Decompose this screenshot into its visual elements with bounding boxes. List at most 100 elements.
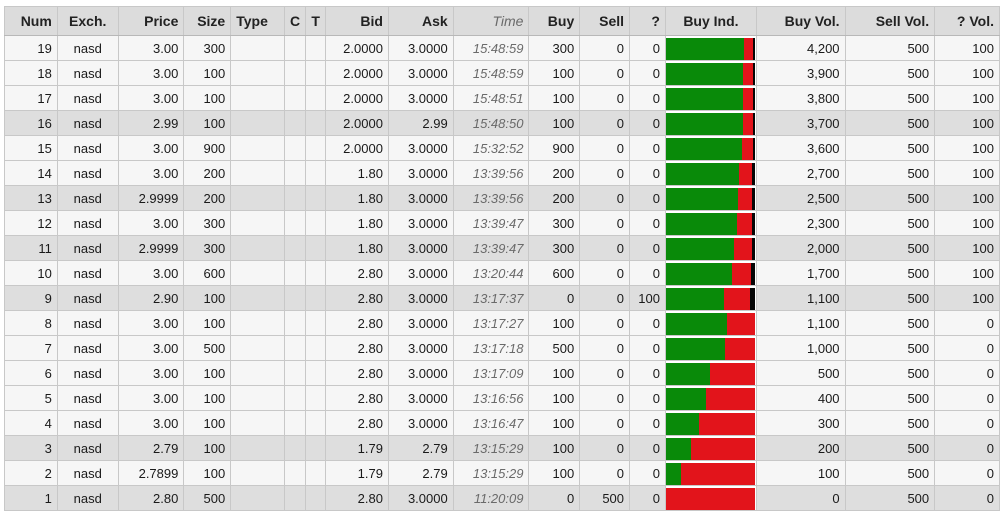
column-header-bid[interactable]: Bid [325,6,389,36]
cell-unknown: 0 [629,460,666,486]
table-row[interactable]: 7 nasd 3.00 500 2.80 3.0000 13:17:18 500 0 0 1,000… [4,335,1000,361]
buy-share-segment [665,37,744,60]
column-header-buy-volume[interactable]: Buy Vol. [755,6,846,36]
cell-size: 100 [183,85,232,111]
column-header-num[interactable]: Num [4,6,58,36]
cell-size: 100 [183,285,232,311]
cell-size: 100 [183,310,232,336]
cell-buy-volume: 1,000 [756,335,846,361]
cell-bid: 1.80 [325,235,389,261]
column-header-buy-indicator[interactable]: Buy Ind. [664,6,757,36]
cell-exchange: nasd [57,160,119,186]
table-row[interactable]: 16 nasd 2.99 100 2.0000 2.99 15:48:50 100 0 0 3,70… [4,110,1000,136]
table-row[interactable]: 15 nasd 3.00 900 2.0000 3.0000 15:32:52 900 0 0 3,… [4,135,1000,161]
cell-num: 6 [4,360,58,386]
cell-type [230,285,286,311]
table-row[interactable]: 6 nasd 3.00 100 2.80 3.0000 13:17:09 100 0 0 500 50… [4,360,1000,386]
table-row[interactable]: 9 nasd 2.90 100 2.80 3.0000 13:17:37 0 0 100 1,100… [4,285,1000,311]
table-row[interactable]: 2 nasd 2.7899 100 1.79 2.79 13:15:29 100 0 0 100 50… [4,460,1000,486]
cell-sell-volume: 500 [845,485,936,511]
table-row[interactable]: 13 nasd 2.9999 200 1.80 3.0000 13:39:56 200 0 0 2,… [4,185,1000,211]
cell-buy: 100 [528,110,581,136]
cell-num: 11 [4,235,58,261]
column-header-exchange[interactable]: Exch. [56,6,119,36]
cell-t [305,310,327,336]
cell-num: 18 [4,60,58,86]
cell-unknown: 0 [629,410,666,436]
cell-buy: 200 [528,185,581,211]
cell-unknown-volume: 0 [934,460,1000,486]
column-header-type[interactable]: Type [230,6,286,36]
column-header-buy[interactable]: Buy [528,6,581,36]
column-header-time[interactable]: Time [452,6,530,36]
cell-price: 3.00 [118,385,185,411]
table-row[interactable]: 14 nasd 3.00 200 1.80 3.0000 13:39:56 200 0 0 2,70… [4,160,1000,186]
cell-c [284,160,307,186]
sell-share-segment [738,162,753,185]
cell-type [230,110,286,136]
column-header-c[interactable]: C [284,6,307,36]
cell-buy-volume: 1,100 [756,285,846,311]
cell-unknown: 0 [629,260,666,286]
cell-sell-volume: 500 [845,360,936,386]
column-header-unknown-volume[interactable]: ? Vol. [934,6,1000,36]
cell-size: 100 [183,435,232,461]
table-row[interactable]: 19 nasd 3.00 300 2.0000 3.0000 15:48:59 300 0 0 4,… [4,35,1000,61]
buy-indicator-bar [665,412,755,435]
table-row[interactable]: 11 nasd 2.9999 300 1.80 3.0000 13:39:47 300 0 0 2,… [4,235,1000,261]
table-row[interactable]: 3 nasd 2.79 100 1.79 2.79 13:15:29 100 0 0 200 500 0 [4,435,1000,461]
cell-buy-volume: 2,000 [756,235,846,261]
table-row[interactable]: 1 nasd 2.80 500 2.80 3.0000 11:20:09 0 500 0 0 500 0 [4,485,1000,511]
buy-share-segment [665,112,743,135]
column-header-size[interactable]: Size [183,6,232,36]
cell-time: 13:39:56 [453,185,530,211]
table-row[interactable]: 5 nasd 3.00 100 2.80 3.0000 13:16:56 100 0 0 400 50… [4,385,1000,411]
buy-share-segment [665,387,706,410]
column-header-t[interactable]: T [305,6,327,36]
cell-time: 13:15:29 [453,460,530,486]
cell-size: 100 [183,460,232,486]
column-header-sell-volume[interactable]: Sell Vol. [844,6,936,36]
cell-time: 13:15:29 [453,435,530,461]
cell-unknown-volume: 0 [934,410,1000,436]
cell-unknown: 0 [629,385,666,411]
unknown-share-segment [752,162,755,185]
cell-buy-volume: 100 [756,460,846,486]
cell-buy-volume: 3,900 [756,60,846,86]
table-row[interactable]: 8 nasd 3.00 100 2.80 3.0000 13:17:27 100 0 0 1,100… [4,310,1000,336]
cell-t [305,185,327,211]
buy-share-segment [665,287,724,310]
sell-share-segment [736,212,752,235]
column-header-price[interactable]: Price [117,6,185,36]
table-row[interactable]: 17 nasd 3.00 100 2.0000 3.0000 15:48:51 100 0 0 3,… [4,85,1000,111]
cell-size: 500 [183,335,232,361]
sell-share-segment [699,412,755,435]
sell-share-segment [743,62,753,85]
cell-exchange: nasd [57,310,119,336]
cell-c [284,460,307,486]
sell-share-segment [691,437,755,460]
column-header-unknown[interactable]: ? [629,6,666,36]
cell-sell-volume: 500 [845,35,936,61]
cell-time: 15:48:59 [453,60,530,86]
cell-buy-volume: 2,500 [756,185,846,211]
cell-exchange: nasd [57,360,119,386]
cell-sell: 0 [579,60,631,86]
cell-sell: 0 [579,285,631,311]
sell-share-segment [742,112,753,135]
table-row[interactable]: 18 nasd 3.00 100 2.0000 3.0000 15:48:59 100 0 0 3,… [4,60,1000,86]
cell-bid: 2.0000 [325,135,389,161]
cell-buy-indicator [665,60,757,86]
buy-indicator-bar [665,137,755,160]
column-header-sell[interactable]: Sell [579,6,631,36]
cell-num: 2 [4,460,58,486]
table-row[interactable]: 10 nasd 3.00 600 2.80 3.0000 13:20:44 600 0 0 1,70… [4,260,1000,286]
column-header-ask[interactable]: Ask [387,6,454,36]
cell-ask: 3.0000 [388,210,454,236]
table-row[interactable]: 4 nasd 3.00 100 2.80 3.0000 13:16:47 100 0 0 300 50… [4,410,1000,436]
sell-share-segment [725,337,755,360]
cell-t [305,235,327,261]
cell-unknown: 0 [629,485,666,511]
cell-buy: 0 [528,485,581,511]
table-row[interactable]: 12 nasd 3.00 300 1.80 3.0000 13:39:47 300 0 0 2,30… [4,210,1000,236]
